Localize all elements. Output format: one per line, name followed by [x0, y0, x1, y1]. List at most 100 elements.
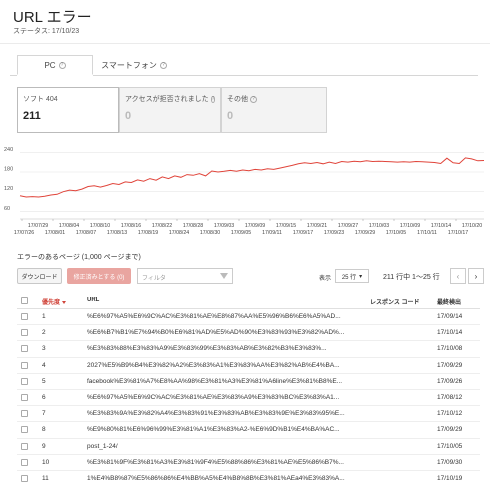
url-cell[interactable]: %E9%80%81%E6%96%99%E3%81%A1%E3%83%A2-%E6…: [87, 426, 367, 433]
row-checkbox[interactable]: [21, 458, 28, 466]
section-title: エラーのあるページ (1,000 ページまで): [17, 254, 141, 261]
x-tick-label: 17/10/09: [400, 223, 420, 229]
row-checkbox[interactable]: [21, 361, 28, 369]
next-page-button[interactable]: ›: [468, 268, 484, 284]
x-tick-label: 17/10/20: [462, 223, 482, 229]
last-detected-cell: 17/10/08: [437, 345, 463, 353]
x-tick-label: 17/09/23: [324, 230, 344, 236]
x-tick-label: 17/08/24: [169, 230, 189, 236]
url-cell[interactable]: %E3%83%88%E3%83%A9%E3%83%99%E3%83%AB%E3%…: [87, 345, 367, 352]
tab-smartphone[interactable]: スマートフォン ?: [93, 55, 175, 75]
x-tick-label: 17/09/29: [355, 230, 375, 236]
row-checkbox[interactable]: [21, 474, 28, 482]
rows-per-page-select[interactable]: 25 行 ▾: [335, 269, 369, 283]
table-row[interactable]: 8 %E9%80%81%E6%96%99%E3%81%A1%E3%83%A2-%E…: [17, 422, 480, 439]
priority-cell: 4: [42, 361, 46, 369]
x-tick-label: 17/08/07: [76, 230, 96, 236]
help-icon[interactable]: ?: [58, 61, 66, 69]
url-cell[interactable]: 1%E4%B8%87%E5%86%86%E4%BB%A5%E4%B8%8B%E3…: [87, 475, 367, 482]
table-row[interactable]: 5 facebook%E3%81%A7%E8%AA%98%E3%81%A3%E3%…: [17, 374, 480, 390]
priority-cell: 11: [42, 474, 49, 482]
y-tick-label: 180: [4, 167, 13, 173]
card-soft-404[interactable]: ソフト 404 211: [17, 87, 119, 133]
last-detected-cell: 17/10/14: [437, 329, 463, 337]
priority-cell: 1: [42, 313, 46, 320]
row-checkbox[interactable]: [21, 377, 28, 385]
x-tick-label: 17/09/21: [307, 223, 327, 229]
table-row[interactable]: 4 2027%E5%B9%B4%E3%82%A2%E3%83%A1%E3%83%A…: [17, 358, 480, 374]
x-tick-label: 17/10/11: [417, 230, 437, 236]
card-access-denied[interactable]: アクセスが拒否されました? 0: [119, 87, 221, 133]
header-label: 優先度: [42, 300, 61, 306]
row-checkbox[interactable]: [21, 313, 28, 320]
help-icon[interactable]: ?: [210, 95, 216, 103]
x-tick-label: 17/07/29: [28, 223, 48, 229]
url-cell[interactable]: facebook%E3%81%A7%E8%AA%98%E3%81%A3%E3%8…: [87, 378, 367, 385]
last-detected-cell: 17/10/19: [437, 474, 463, 482]
x-tick-label: 17/08/16: [121, 223, 141, 229]
table-row[interactable]: 9 post_1-24/17/10/05: [17, 439, 480, 455]
row-checkbox[interactable]: [21, 329, 28, 337]
status-date: ステータス: 17/10/23: [13, 28, 80, 35]
help-icon[interactable]: ?: [250, 95, 257, 103]
errors-table: 優先度 URL レスポンス コード 最終検出 1 %E6%97%A5%E6%9C%…: [17, 293, 480, 482]
row-checkbox[interactable]: [21, 393, 28, 401]
card-label: アクセスが拒否されました: [125, 96, 209, 103]
rows-select-value: 25 行: [341, 274, 357, 281]
filter-input[interactable]: フィルタ: [137, 268, 233, 284]
x-tick-label: 17/08/28: [183, 223, 203, 229]
url-cell[interactable]: %E6%97%A5%E6%9C%AC%E3%81%AE%E8%87%AA%E5%…: [87, 313, 367, 320]
url-header[interactable]: URL: [87, 297, 367, 303]
select-all-checkbox[interactable]: [21, 297, 28, 304]
table-row[interactable]: 2 %E6%B7%B1%E7%94%B0%E6%81%AD%E5%AD%90%E3…: [17, 325, 480, 342]
row-checkbox[interactable]: [21, 410, 28, 418]
table-row[interactable]: 6 %E6%97%A5%E6%9C%AC%E3%81%AE%E3%83%A9%E3…: [17, 390, 480, 407]
download-button[interactable]: ダウンロード: [17, 268, 62, 284]
last-detected-cell: 17/09/30: [437, 458, 463, 466]
y-tick-label: 120: [4, 186, 13, 192]
mark-fixed-button[interactable]: 修正済みとする (0): [67, 268, 131, 284]
card-label: その他: [227, 96, 248, 103]
x-tick-label: 17/09/17: [293, 230, 313, 236]
table-row[interactable]: 10 %E3%81%9F%E3%81%A3%E3%81%9F4%E5%88%86%…: [17, 455, 480, 471]
table-row[interactable]: 11 1%E4%B8%87%E5%86%86%E4%BB%A5%E4%B8%8B%…: [17, 471, 480, 482]
last-detected-cell: 17/09/14: [437, 313, 463, 320]
row-checkbox[interactable]: [21, 426, 28, 434]
tab-label: スマートフォン: [101, 60, 157, 70]
last-detected-header[interactable]: 最終検出: [437, 297, 461, 306]
tab-label: PC: [44, 60, 56, 70]
url-cell[interactable]: %E6%B7%B1%E7%94%B0%E6%81%AD%E5%AD%90%E3%…: [87, 329, 367, 336]
response-code-header[interactable]: レスポンス コード: [370, 297, 420, 306]
table-toolbar: ダウンロード 修正済みとする (0) フィルタ 表示 25 行 ▾ 211 行中…: [17, 268, 484, 284]
tab-pc[interactable]: PC ?: [17, 55, 93, 75]
card-count: 0: [125, 110, 132, 122]
table-row[interactable]: 7 %E3%83%9A%E3%82%A4%E3%83%91%E3%83%AB%E3…: [17, 406, 480, 423]
prev-page-button[interactable]: ‹: [450, 268, 466, 284]
priority-cell: 6: [42, 393, 46, 401]
table-row[interactable]: 3 %E3%83%88%E3%83%A9%E3%83%99%E3%83%AB%E3…: [17, 341, 480, 358]
priority-cell: 10: [42, 458, 50, 466]
last-detected-cell: 17/09/29: [437, 426, 463, 434]
series-line: [19, 157, 485, 198]
chevron-down-icon: ▾: [359, 273, 363, 280]
url-cell[interactable]: 2027%E5%B9%B4%E3%82%A2%E3%83%A1%E3%83%AA…: [87, 362, 367, 369]
help-icon[interactable]: ?: [159, 61, 167, 69]
url-cell[interactable]: %E3%83%9A%E3%82%A4%E3%83%91%E3%83%AB%E3%…: [87, 410, 367, 417]
row-checkbox[interactable]: [21, 345, 28, 353]
card-other[interactable]: その他? 0: [221, 87, 327, 133]
table-header: 優先度 URL レスポンス コード 最終検出: [17, 293, 480, 309]
last-detected-cell: 17/09/29: [437, 361, 463, 369]
x-tick-label: 17/09/27: [338, 223, 358, 229]
priority-cell: 3: [42, 345, 46, 353]
pagination-info: 211 行中 1〜25 行: [383, 274, 440, 281]
url-cell[interactable]: %E3%81%9F%E3%81%A3%E3%81%9F4%E5%88%86%E3…: [87, 459, 367, 466]
table-row[interactable]: 1 %E6%97%A5%E6%9C%AC%E3%81%AE%E8%87%AA%E5…: [17, 309, 480, 326]
url-cell[interactable]: post_1-24/: [87, 443, 367, 450]
url-cell[interactable]: %E6%97%A5%E6%9C%AC%E3%81%AE%E3%83%A9%E3%…: [87, 394, 367, 401]
chevron-left-icon: ‹: [456, 271, 460, 281]
card-count: 211: [23, 110, 41, 122]
sort-desc-icon: [62, 300, 67, 304]
errors-line-chart: 2401801206017/07/29 17/08/04 17/08/10 17/08…: [4, 147, 485, 236]
priority-header[interactable]: 優先度: [42, 297, 67, 306]
row-checkbox[interactable]: [21, 442, 28, 450]
